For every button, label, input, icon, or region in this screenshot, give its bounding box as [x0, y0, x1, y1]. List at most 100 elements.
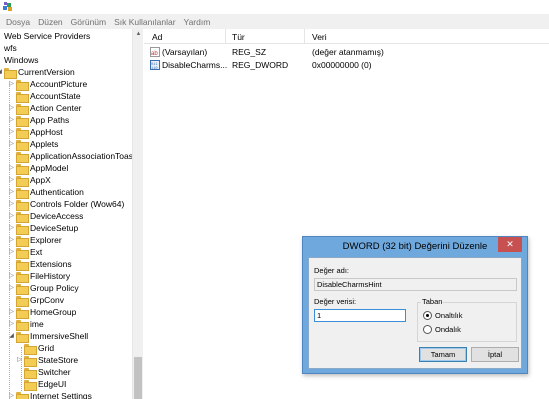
tree-item[interactable]: ◢ ImmersiveShell	[0, 330, 132, 343]
folder-icon	[16, 236, 29, 247]
tree-item[interactable]: ▷ Controls Folder (Wow64)	[0, 198, 132, 211]
tree-item[interactable]: Web Service Providers	[0, 30, 132, 42]
radio-button-checked[interactable]	[423, 311, 432, 320]
ok-button[interactable]: Tamam	[419, 347, 467, 362]
column-divider[interactable]	[225, 29, 226, 44]
folder-icon	[16, 332, 29, 343]
tree-item-label: DeviceSetup	[30, 223, 79, 233]
menu-favorites[interactable]: Sık Kullanılanlar	[110, 17, 179, 27]
folder-icon	[16, 284, 29, 295]
scrollbar-thumb[interactable]	[134, 357, 142, 399]
tree-item-label: DeviceAccess	[30, 211, 84, 221]
folder-icon	[24, 380, 37, 391]
registry-tree[interactable]: Web Service Providers wfs Windows◢ CurrentV…	[0, 29, 143, 399]
column-data-header[interactable]: Veri	[312, 32, 327, 42]
tree-item[interactable]: ▷ AppHost	[0, 126, 132, 139]
folder-icon	[16, 140, 29, 151]
tree-item-label: Windows	[4, 55, 39, 65]
value-name-label: Değer adı:	[314, 266, 350, 275]
value-data-input[interactable]: 1	[314, 309, 406, 322]
radio-label: Ondalık	[435, 325, 461, 334]
cancel-button[interactable]: İptal	[471, 347, 519, 362]
folder-icon	[16, 224, 29, 235]
tree-item-label: AppHost	[30, 127, 63, 137]
edit-dword-dialog: DWORD (32 bit) Değerini Düzenle ✕ Değer …	[302, 236, 528, 374]
tree-item[interactable]: Windows	[0, 54, 132, 66]
menu-bar: Dosya Düzen Görünüm Sık Kullanılanlar Ya…	[0, 14, 549, 29]
tree-item[interactable]: ▷ DeviceAccess	[0, 210, 132, 223]
tree-item[interactable]: Extensions	[0, 258, 132, 271]
tree-item-label: Extensions	[30, 259, 72, 269]
collapse-arrow-icon[interactable]: ◢	[0, 66, 3, 78]
tree-item[interactable]: ▷ AccountPicture	[0, 78, 132, 91]
tree-scrollbar[interactable]: ▲	[132, 29, 143, 399]
tree-item-label: StateStore	[38, 355, 79, 365]
tree-item[interactable]: ▷ Action Center	[0, 102, 132, 115]
tree-item[interactable]: ▷ ime	[0, 318, 132, 331]
radio-label: Onaltılık	[435, 311, 463, 320]
list-item[interactable]: 011 110 DisableCharms... REG_DWORD 0x000…	[144, 59, 549, 71]
tree-item-label: AppX	[30, 175, 51, 185]
tree-item[interactable]: EdgeUI	[0, 378, 132, 391]
tree-item-label: AppModel	[30, 163, 69, 173]
menu-edit[interactable]: Düzen	[34, 17, 67, 27]
folder-icon	[16, 128, 29, 139]
tree-item[interactable]: ▷ FileHistory	[0, 270, 132, 283]
tree-item-label: AccountPicture	[30, 79, 88, 89]
folder-icon	[16, 92, 29, 103]
value-type: REG_DWORD	[232, 60, 289, 70]
folder-icon	[16, 104, 29, 115]
svg-text:ab: ab	[151, 51, 158, 57]
folder-icon	[16, 272, 29, 283]
menu-help[interactable]: Yardım	[180, 17, 215, 27]
tree-item-label: ime	[30, 319, 44, 329]
menu-view[interactable]: Görünüm	[67, 17, 110, 27]
title-bar	[0, 0, 549, 14]
folder-icon	[16, 212, 29, 223]
tree-item[interactable]: ▷ DeviceSetup	[0, 222, 132, 235]
tree-item[interactable]: ▷ Group Policy	[0, 282, 132, 295]
tree-item-label: App Paths	[30, 115, 70, 125]
base-group-title: Taban	[421, 297, 444, 306]
value-name-field: DisableCharmsHint	[314, 278, 517, 291]
tree-item[interactable]: ▷ Explorer	[0, 234, 132, 247]
tree-item[interactable]: ▷ AppModel	[0, 162, 132, 175]
tree-item[interactable]: ▷ Applets	[0, 138, 132, 151]
tree-item[interactable]: ◢ CurrentVersion	[0, 66, 132, 79]
radio-button[interactable]	[423, 325, 432, 334]
tree-item[interactable]: ▷ Internet Settings	[0, 390, 132, 399]
tree-item[interactable]: ▷ Authentication	[0, 186, 132, 199]
folder-icon	[16, 320, 29, 331]
tree-item[interactable]: ApplicationAssociationToasts	[0, 150, 140, 163]
tree-item-label: Authentication	[30, 187, 84, 197]
tree-item-label: Ext	[30, 247, 43, 257]
column-name-header[interactable]: Ad	[152, 32, 162, 42]
tree-item[interactable]: ▷ AppX	[0, 174, 132, 187]
column-divider[interactable]	[304, 29, 305, 44]
list-item[interactable]: ab (Varsayılan) REG_SZ (değer atanmamış)	[144, 46, 549, 58]
tree-guide-line	[9, 83, 10, 399]
tree-item[interactable]: ▷ HomeGroup	[0, 306, 132, 319]
folder-icon	[16, 152, 29, 163]
tree-item[interactable]: ▷ StateStore	[0, 354, 132, 367]
tree-item[interactable]: wfs	[0, 42, 132, 54]
tree-item[interactable]: Switcher	[0, 366, 132, 379]
tree-item[interactable]: GrpConv	[0, 294, 132, 307]
tree-item[interactable]: ▷ Ext	[0, 246, 132, 259]
close-button[interactable]: ✕	[498, 237, 522, 252]
tree-item[interactable]: Grid	[0, 342, 132, 355]
folder-icon	[16, 296, 29, 307]
dialog-title[interactable]: DWORD (32 bit) Değerini Düzenle	[303, 237, 527, 257]
menu-file[interactable]: Dosya	[2, 17, 34, 27]
tree-item-label: Group Policy	[30, 283, 79, 293]
value-name: (Varsayılan)	[162, 47, 208, 57]
tree-item[interactable]: ▷ App Paths	[0, 114, 132, 127]
tree-item[interactable]: AccountState	[0, 90, 132, 103]
column-type-header[interactable]: Tür	[232, 32, 245, 42]
tree-item-label: Web Service Providers	[4, 31, 91, 41]
string-value-icon: ab	[150, 47, 160, 57]
tree-item-label: AccountState	[30, 91, 81, 101]
folder-icon	[16, 80, 29, 91]
tree-item-label: ImmersiveShell	[30, 331, 89, 341]
scroll-up-arrow-icon[interactable]: ▲	[133, 29, 144, 40]
